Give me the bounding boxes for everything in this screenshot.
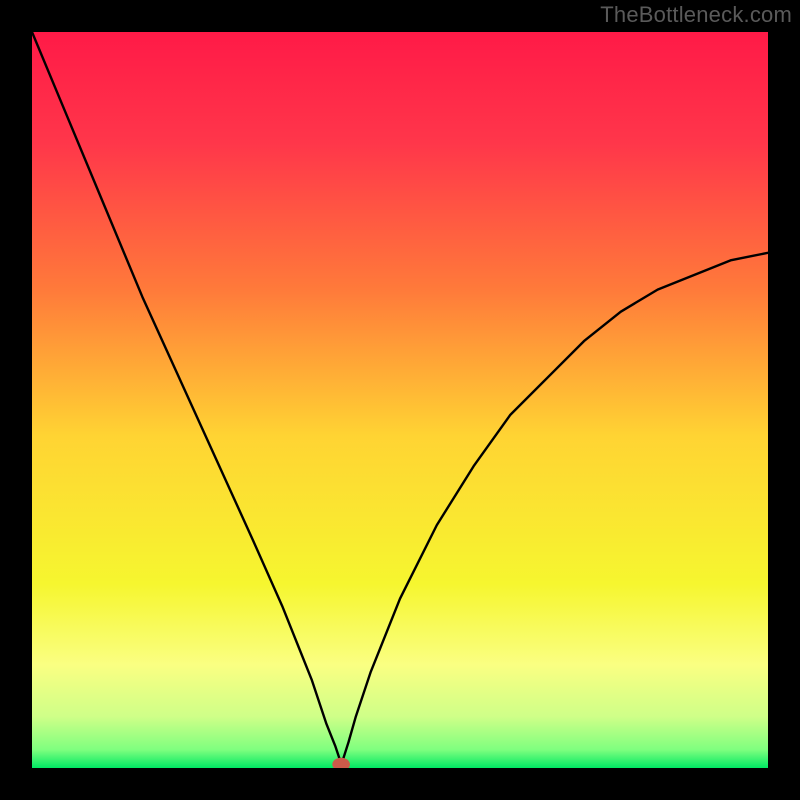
chart-frame: TheBottleneck.com [0, 0, 800, 800]
plot-svg [32, 32, 768, 768]
gradient-background [32, 32, 768, 768]
plot-area [32, 32, 768, 768]
watermark-text: TheBottleneck.com [600, 2, 792, 28]
